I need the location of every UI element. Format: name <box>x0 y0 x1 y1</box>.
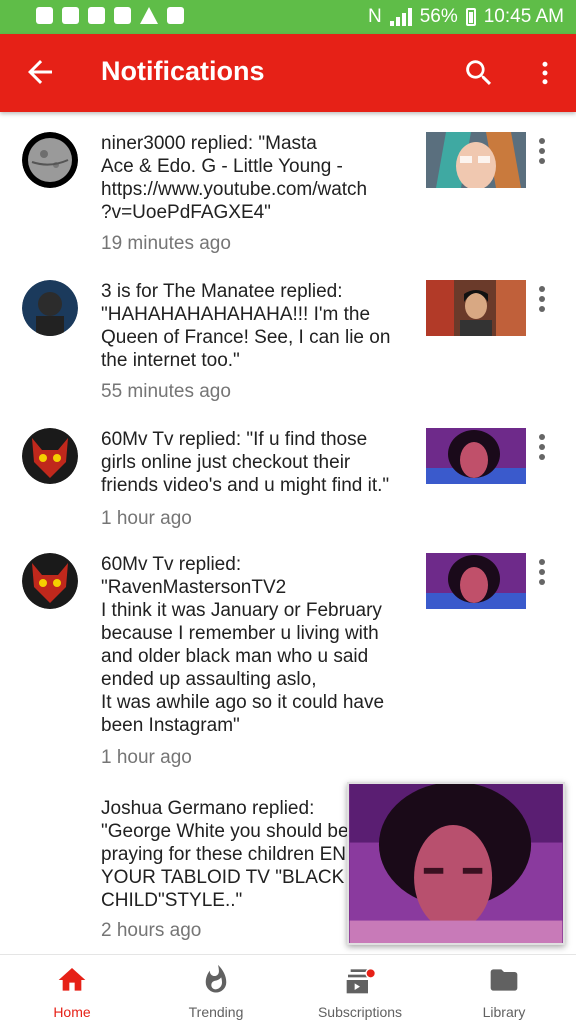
video-thumbnail[interactable] <box>426 553 526 609</box>
notification-item[interactable]: 60Mv Tv replied: "RavenMastersonTV2 I th… <box>0 553 576 778</box>
nfc-icon: N <box>367 6 382 27</box>
mini-player[interactable] <box>347 782 565 945</box>
notification-item[interactable]: 3 is for The Manatee replied: "HAHAHAHAH… <box>0 280 576 410</box>
notification-time: 55 minutes ago <box>101 381 231 402</box>
car-icon <box>36 7 53 24</box>
tab-home[interactable]: Home <box>0 955 144 1024</box>
tab-trending[interactable]: Trending <box>144 955 288 1024</box>
subscriptions-icon <box>346 968 376 994</box>
item-menu-icon[interactable] <box>530 284 554 314</box>
avatar[interactable] <box>22 132 78 188</box>
home-icon <box>58 968 86 991</box>
message-icon <box>167 7 184 24</box>
image-icon <box>88 7 105 24</box>
clock: 10:45 AM <box>483 6 564 27</box>
tab-library[interactable]: Library <box>432 955 576 1024</box>
notification-item[interactable]: 60Mv Tv replied: "If u find those girls … <box>0 428 576 538</box>
video-thumbnail[interactable] <box>426 428 526 484</box>
avatar[interactable] <box>22 280 78 336</box>
tab-label: Home <box>53 1004 91 1020</box>
flame-icon <box>205 964 227 993</box>
video-thumbnail[interactable] <box>426 280 526 336</box>
system-status: N 56% 10:45 AM <box>368 6 564 28</box>
screenshot-icon <box>62 7 79 24</box>
video-thumbnail[interactable] <box>426 132 526 188</box>
item-menu-icon[interactable] <box>530 136 554 166</box>
search-icon[interactable] <box>462 56 496 90</box>
item-menu-icon[interactable] <box>530 557 554 587</box>
notification-text: 60Mv Tv replied: "RavenMastersonTV2 I th… <box>101 554 385 736</box>
warning-icon <box>140 7 158 24</box>
notification-item[interactable]: niner3000 replied: "Masta Ace & Edo. G -… <box>0 132 576 262</box>
notification-text: niner3000 replied: "Masta Ace & Edo. G -… <box>101 133 368 223</box>
notification-time: 2 hours ago <box>101 920 202 941</box>
app-bar: Notifications <box>0 34 576 112</box>
page-title: Notifications <box>101 56 265 86</box>
notification-icons <box>36 7 184 24</box>
item-menu-icon[interactable] <box>530 432 554 462</box>
more-options-icon[interactable] <box>530 56 560 90</box>
avatar[interactable] <box>22 553 78 609</box>
bottom-navigation: Home Trending Subscriptions Library <box>0 954 576 1024</box>
avatar[interactable] <box>22 428 78 484</box>
signal-icon <box>389 8 412 26</box>
notification-time: 1 hour ago <box>101 508 192 529</box>
battery-percent: 56% <box>419 6 458 27</box>
folder-icon <box>490 969 518 991</box>
tab-subscriptions[interactable]: Subscriptions <box>288 955 432 1024</box>
notification-text: 60Mv Tv replied: "If u find those girls … <box>101 429 390 496</box>
status-bar: N 56% 10:45 AM <box>0 0 576 34</box>
tab-label: Subscriptions <box>317 1004 403 1020</box>
notification-time: 1 hour ago <box>101 747 192 768</box>
battery-icon <box>465 8 476 26</box>
dropbox-icon <box>114 7 131 24</box>
tab-label: Library <box>482 1004 526 1020</box>
back-arrow-icon[interactable] <box>22 54 58 90</box>
notification-text: 3 is for The Manatee replied: "HAHAHAHAH… <box>101 281 391 371</box>
notification-time: 19 minutes ago <box>101 233 231 254</box>
tab-label: Trending <box>188 1004 244 1020</box>
